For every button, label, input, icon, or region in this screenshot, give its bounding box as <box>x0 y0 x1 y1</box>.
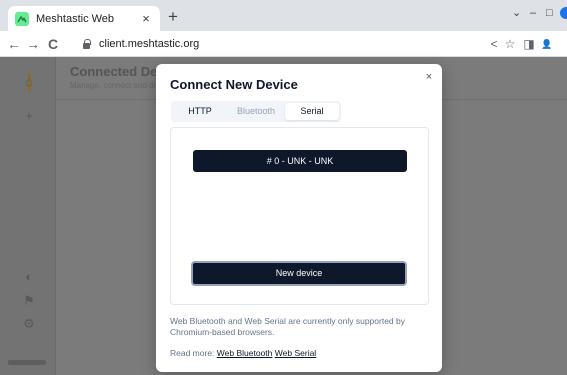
close-icon[interactable]: × <box>423 71 435 83</box>
minimize-button[interactable]: – <box>530 6 536 20</box>
tab-search-icon[interactable]: ⌄ <box>512 6 521 20</box>
app-sidebar: ⌂ + ◐ ⚑ ⚙ <box>0 57 56 375</box>
share-icon[interactable]: < <box>487 36 501 52</box>
browser-tab-title: Meshtastic Web <box>36 12 115 25</box>
profile-icon[interactable]: 👤 <box>540 36 554 52</box>
language-icon: ⚑ <box>23 293 35 308</box>
add-icon: + <box>25 108 33 123</box>
browser-tab[interactable]: Meshtastic Web × <box>8 6 160 31</box>
dialog-title: Connect New Device <box>170 77 298 92</box>
address-bar-url: client.meshtastic.org <box>99 38 200 50</box>
theme-icon: ◐ <box>25 269 33 284</box>
address-bar[interactable]: client.meshtastic.org <box>78 34 488 54</box>
app-logo <box>8 360 46 365</box>
meshtastic-favicon-icon <box>15 11 29 26</box>
tab-bluetooth[interactable]: Bluetooth <box>229 103 283 120</box>
serial-device-button[interactable]: # 0 - UNK - UNK <box>193 150 407 172</box>
connect-device-dialog: Connect New Device × HTTP Bluetooth Seri… <box>156 64 442 372</box>
new-tab-button[interactable]: + <box>164 8 182 26</box>
read-more: Read more: Web Bluetooth Web Serial <box>170 348 316 359</box>
settings-icon: ⚙ <box>23 316 35 331</box>
forward-button[interactable]: → <box>25 35 41 53</box>
maximize-button[interactable]: □ <box>546 6 553 20</box>
tab-close-icon[interactable]: × <box>139 11 153 26</box>
browser-support-note: Web Bluetooth and Web Serial are current… <box>170 316 405 337</box>
web-serial-link[interactable]: Web Serial <box>275 348 316 358</box>
serial-panel: # 0 - UNK - UNK New device <box>170 127 429 305</box>
window-close-dot-icon[interactable] <box>560 7 567 19</box>
web-bluetooth-link[interactable]: Web Bluetooth <box>217 348 273 358</box>
bookmark-star-icon[interactable]: ☆ <box>503 36 517 52</box>
home-icon: ⌂ <box>25 74 33 89</box>
new-device-button[interactable]: New device <box>191 261 407 286</box>
tab-http[interactable]: HTTP <box>173 103 227 120</box>
back-button[interactable]: ← <box>6 35 22 53</box>
side-panel-icon[interactable]: ◨ <box>522 36 536 52</box>
read-more-label: Read more: <box>170 348 215 358</box>
lock-icon <box>82 39 91 49</box>
browser-toolbar: ← → C client.meshtastic.org < ☆ ◨ 👤 <box>0 31 567 57</box>
tab-serial[interactable]: Serial <box>285 103 339 120</box>
browser-tab-strip: Meshtastic Web × + ⌄ – □ <box>0 0 567 31</box>
reload-button[interactable]: C <box>45 35 61 53</box>
connection-tabs: HTTP Bluetooth Serial <box>171 101 341 122</box>
